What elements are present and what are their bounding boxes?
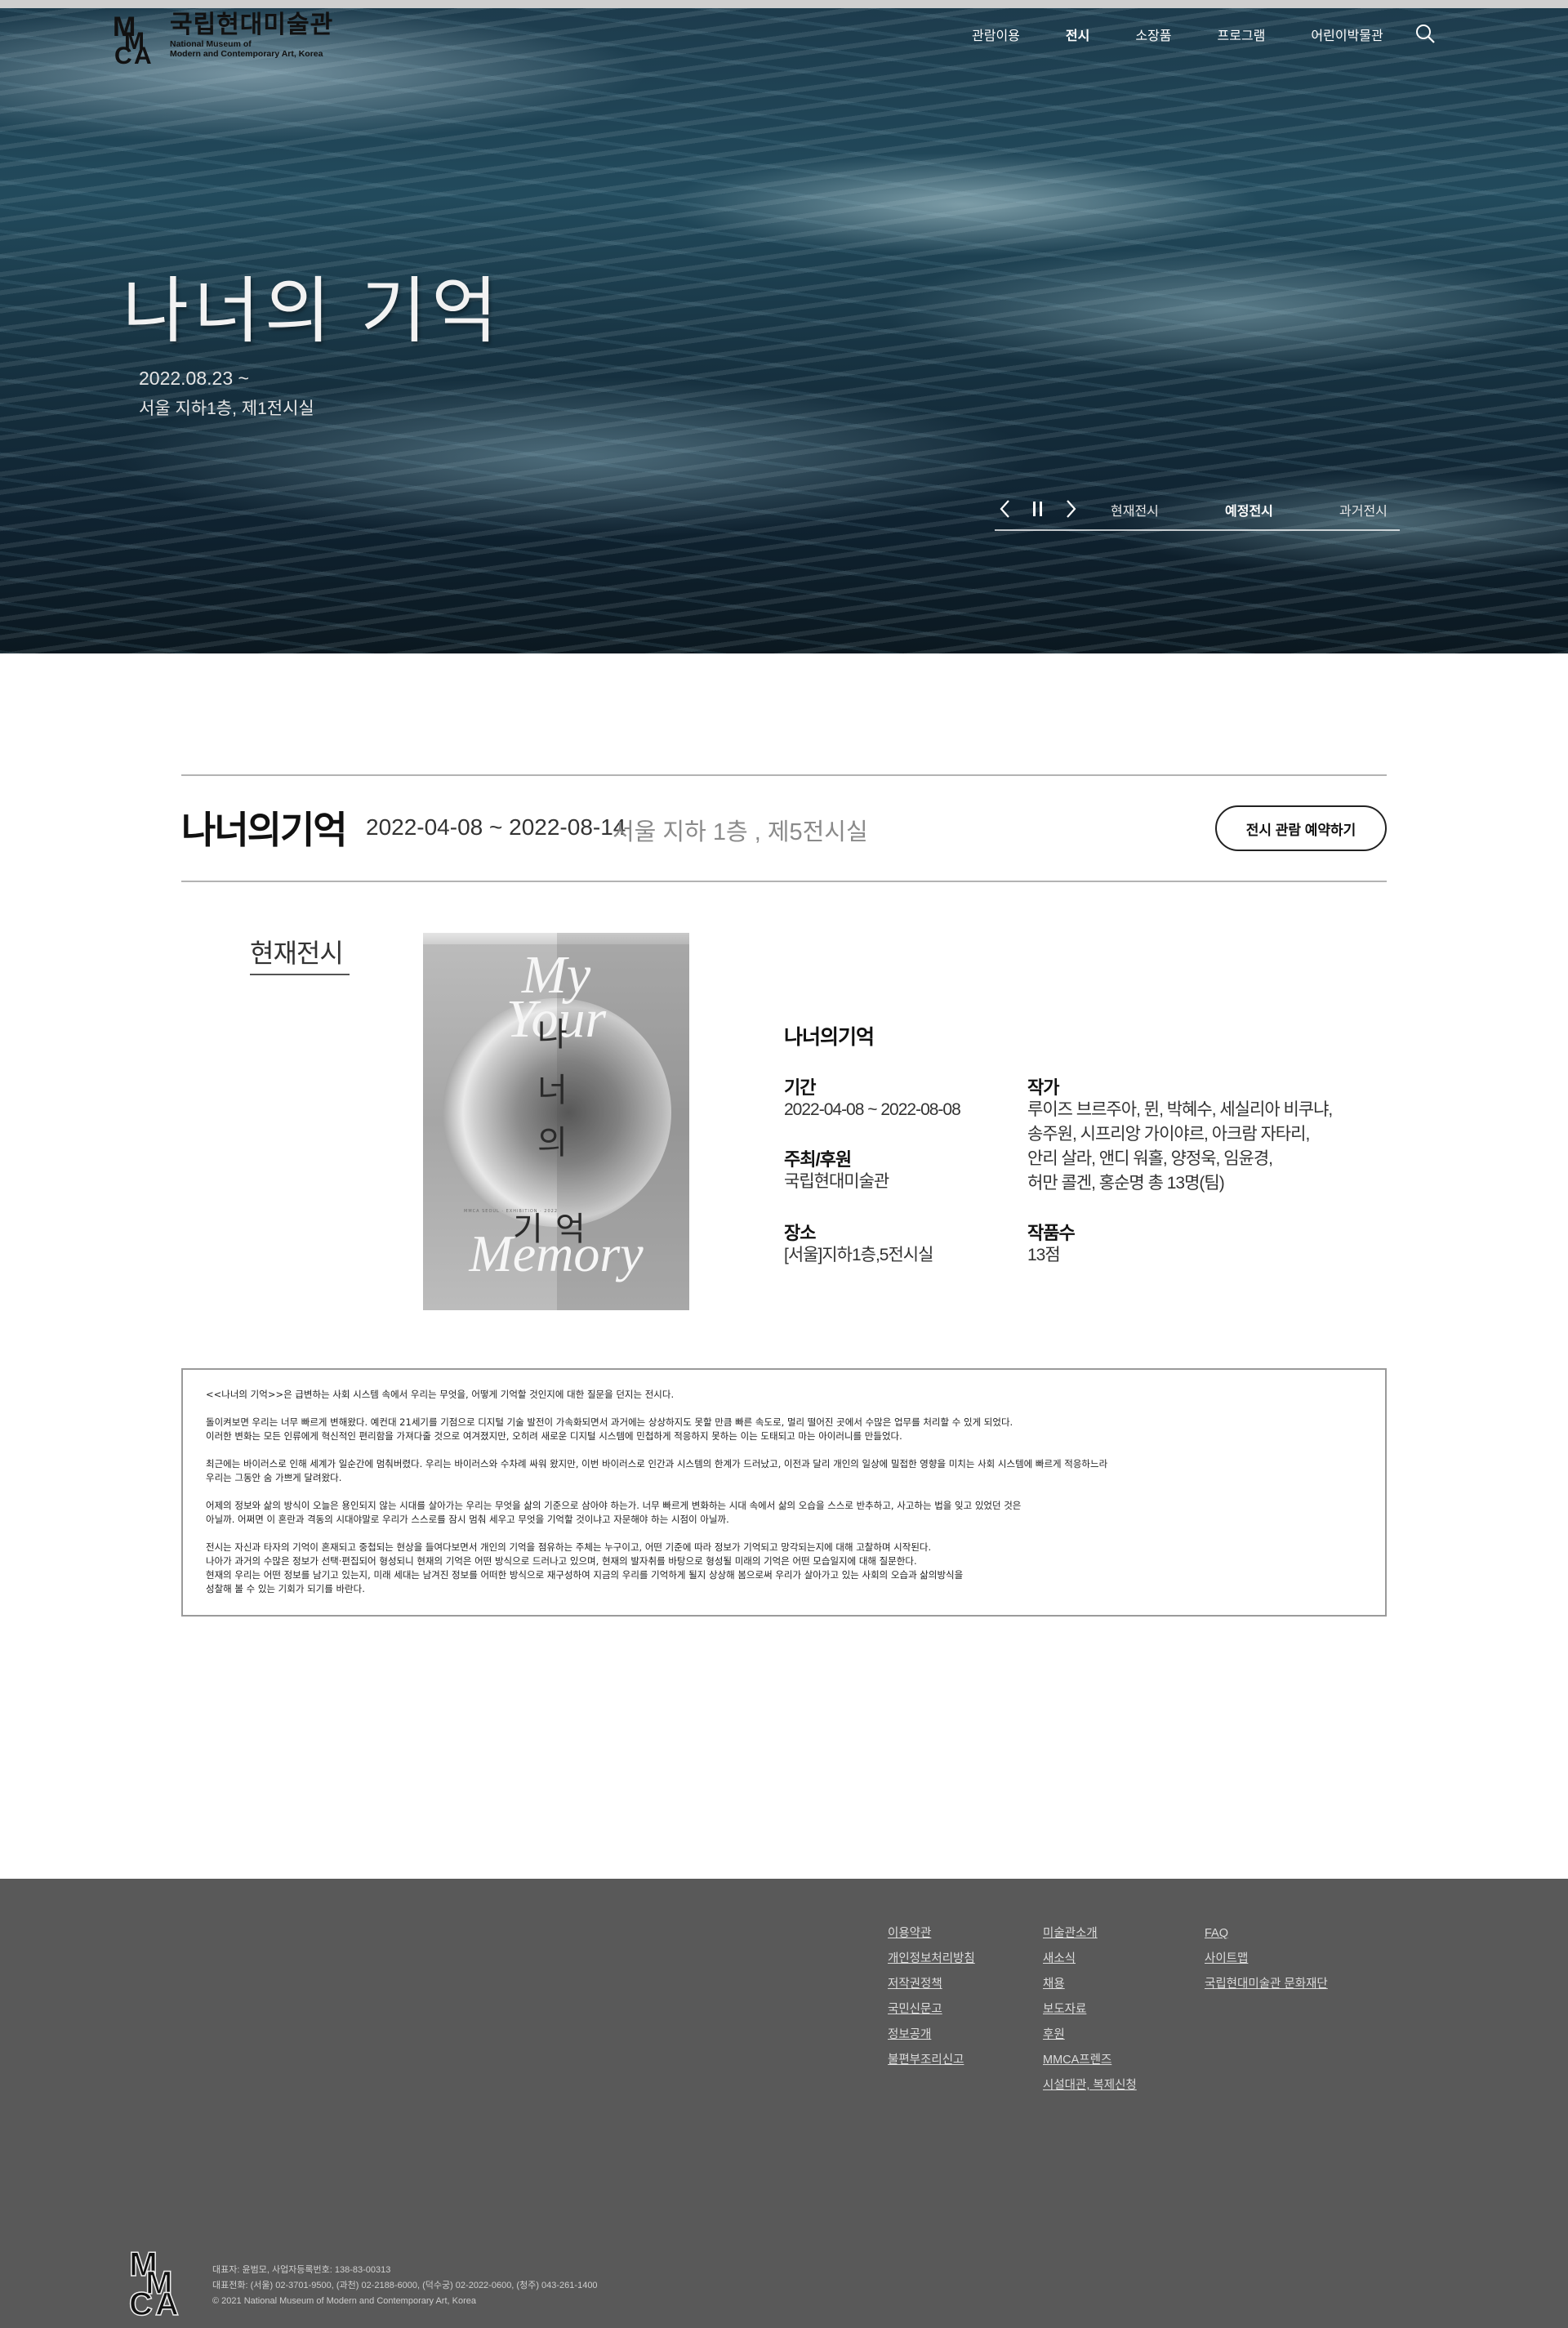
exhibition-place: 서울 지하 1층 , 제5전시실	[612, 819, 868, 845]
footer-link-sitemap[interactable]: 사이트맵	[1205, 1947, 1328, 1972]
footer-link-press[interactable]: 보도자료	[1043, 1997, 1137, 2023]
tab-current-exhibitions[interactable]: 현재전시	[1111, 500, 1159, 520]
nav-item-exhibitions[interactable]: 전시	[1066, 25, 1089, 44]
footer-link-friends[interactable]: MMCA프렌즈	[1043, 2048, 1137, 2073]
logo-english-line1: National Museum of	[170, 39, 252, 49]
nav-item-programs[interactable]: 프로그램	[1218, 25, 1266, 44]
footer-link-privacy[interactable]: 개인정보처리방침	[888, 1947, 975, 1972]
section-label-current: 현재전시	[250, 939, 344, 968]
title-bottom-divider	[181, 881, 1387, 882]
logo-korean-text: 국립현대미술관	[170, 11, 334, 38]
svg-text:A: A	[155, 2286, 179, 2318]
info-venue-label: 장소	[784, 1223, 816, 1243]
slider-progress-line	[995, 529, 1400, 531]
footer-link-jobs[interactable]: 채용	[1043, 1972, 1137, 1997]
footer-link-disclosure[interactable]: 정보공개	[888, 2023, 975, 2048]
poster-vertical-2: 너	[537, 1073, 568, 1108]
exhibition-poster: My Your 나 너 의 기 억 MMCA SEOUL · EXHIBITIO…	[423, 933, 689, 1310]
info-artist-line-2: 송주원, 시프리앙 가이야르, 아크람 자타리,	[1027, 1125, 1310, 1144]
tab-past-exhibitions[interactable]: 과거전시	[1339, 500, 1388, 520]
footer-info-phone: 대표전화: (서울) 02-3701-9500, (과천) 02-2188-60…	[212, 2281, 598, 2290]
footer-link-foundation[interactable]: 국립현대미술관 문화재단	[1205, 1972, 1328, 1997]
site-footer	[0, 1879, 1568, 2328]
poster-text-memory: Memory	[469, 1224, 644, 1282]
hero-date: 2022.08.23 ~	[139, 368, 249, 389]
hero-banner: M M C A 국립현대미술관 National Museum of Moder…	[0, 0, 1568, 653]
top-strip	[0, 0, 1568, 8]
next-arrow-icon[interactable]	[1060, 497, 1081, 521]
info-venue-value: [서울]지하1층,5전시실	[784, 1246, 933, 1264]
description-paragraph: 어제의 정보와 삶의 방식이 오늘은 용인되지 않는 시대를 살아가는 우리는 …	[206, 1500, 1022, 1525]
footer-link-copyright[interactable]: 저작권정책	[888, 1972, 975, 1997]
info-period-label: 기간	[784, 1077, 816, 1098]
poster-vertical-1: 나	[537, 1017, 568, 1053]
main-nav: 관람이용 전시 소장품 프로그램 어린이박물관	[972, 25, 1429, 44]
footer-link-petition[interactable]: 국민신문고	[888, 1997, 975, 2023]
footer-links-policy: 이용약관 개인정보처리방침 저작권정책 국민신문고 정보공개 불편부조리신고	[888, 1921, 975, 2073]
hero-slider-controls: 현재전시 예정전시 과거전시	[995, 493, 1400, 531]
prev-arrow-icon[interactable]	[995, 497, 1016, 521]
exhibition-description: <<나너의 기억>>은 급변하는 사회 시스템 속에서 우리는 무엇을, 어떻게…	[181, 1368, 1387, 1617]
title-top-divider	[181, 774, 1387, 776]
footer-link-about[interactable]: 미술관소개	[1043, 1921, 1137, 1947]
description-paragraph: 돌이켜보면 우리는 너무 빠르게 변해왔다. 예컨대 21세기를 기점으로 디지…	[206, 1416, 1013, 1442]
description-paragraph: <<나너의 기억>>은 급변하는 사회 시스템 속에서 우리는 무엇을, 어떻게…	[206, 1389, 675, 1400]
logo-english-line2: Modern and Contemporary Art, Korea	[170, 49, 323, 59]
description-paragraph: 전시는 자신과 타자의 기억이 혼재되고 중첩되는 현상을 들여다보면서 개인의…	[206, 1541, 964, 1594]
exhibition-title: 나너의기억	[181, 809, 348, 851]
footer-links-help: FAQ 사이트맵 국립현대미술관 문화재단	[1205, 1921, 1328, 1997]
search-icon[interactable]	[1414, 23, 1436, 44]
poster-vertical-3: 의	[537, 1125, 568, 1161]
footer-link-faq[interactable]: FAQ	[1205, 1921, 1328, 1947]
svg-text:A: A	[134, 42, 152, 65]
footer-links-about: 미술관소개 새소식 채용 보도자료 후원 MMCA프렌즈 시설대관, 복제신청	[1043, 1921, 1137, 2098]
hero-title: 나너의 기억	[122, 270, 503, 351]
pause-icon[interactable]	[1027, 497, 1049, 521]
footer-info-copyright: © 2021 National Museum of Modern and Con…	[212, 2296, 476, 2306]
info-exhibition-name: 나너의기억	[784, 1026, 875, 1049]
info-period-value: 2022-04-08 ~ 2022-08-08	[784, 1100, 961, 1119]
poster-small-print: MMCA SEOUL · EXHIBITION · 2022	[464, 1209, 559, 1214]
footer-link-report[interactable]: 불편부조리신고	[888, 2048, 975, 2073]
tab-upcoming-exhibitions[interactable]: 예정전시	[1225, 500, 1273, 520]
mmca-logo-mark: M M C A	[113, 11, 165, 69]
info-host-value: 국립현대미술관	[784, 1172, 889, 1191]
info-count-value: 13점	[1027, 1246, 1061, 1264]
nav-item-collection[interactable]: 소장품	[1135, 25, 1171, 44]
info-count-label: 작품수	[1027, 1223, 1076, 1243]
footer-link-support[interactable]: 후원	[1043, 2023, 1137, 2048]
reserve-exhibition-button[interactable]: 전시 관람 예약하기	[1215, 805, 1387, 851]
info-artist-line-1: 루이즈 브르주아, 뮌, 박혜수, 세실리아 비쿠냐,	[1027, 1100, 1333, 1119]
footer-mmca-logo: M M C A	[127, 2244, 198, 2323]
hero-place: 서울 지하1층, 제1전시실	[139, 399, 314, 418]
info-artist-label: 작가	[1027, 1077, 1059, 1098]
svg-text:C: C	[129, 2286, 153, 2318]
nav-item-kids-museum[interactable]: 어린이박물관	[1311, 25, 1383, 44]
footer-link-terms[interactable]: 이용약관	[888, 1921, 975, 1947]
footer-info-representative: 대표자: 윤범모, 사업자등록번호: 138-83-00313	[212, 2265, 391, 2275]
description-paragraph: 최근에는 바이러스로 인해 세계가 일순간에 멈춰버렸다. 우리는 바이러스와 …	[206, 1458, 1108, 1483]
nav-item-visit[interactable]: 관람이용	[972, 25, 1020, 44]
footer-link-news[interactable]: 새소식	[1043, 1947, 1137, 1972]
mmca-logo[interactable]: M M C A 국립현대미술관 National Museum of Moder…	[113, 11, 334, 69]
footer-company-info: 대표자: 윤범모, 사업자등록번호: 138-83-00313 대표전화: (서…	[212, 2263, 598, 2309]
svg-text:C: C	[114, 42, 132, 65]
info-artist-line-4: 허만 콜겐, 홍순명 총 13명(팀)	[1027, 1174, 1225, 1193]
section-label-underline	[250, 974, 350, 975]
info-host-label: 주최/후원	[784, 1149, 852, 1170]
exhibition-date: 2022-04-08 ~ 2022-08-14	[366, 814, 626, 840]
info-artist-line-3: 안리 살라, 앤디 워홀, 양정욱, 임윤경,	[1027, 1149, 1273, 1168]
footer-link-rental[interactable]: 시설대관, 복제신청	[1043, 2073, 1137, 2098]
